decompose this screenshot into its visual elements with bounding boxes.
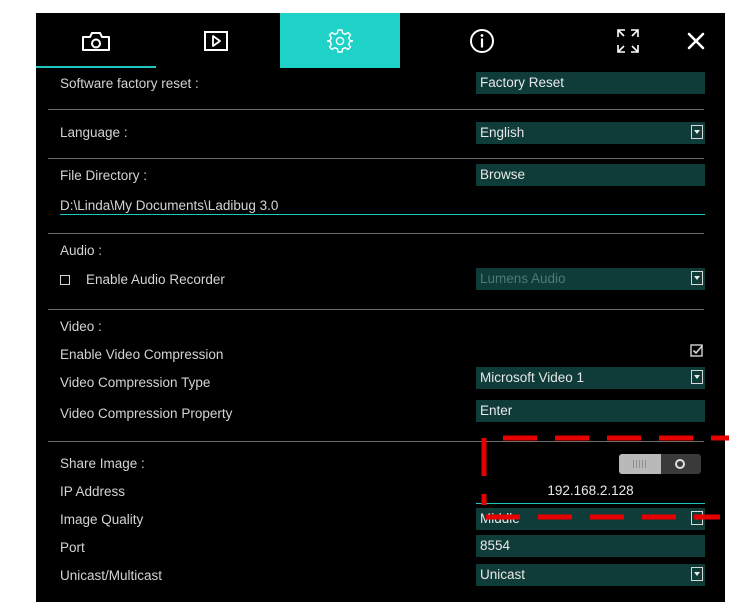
- factory-reset-button[interactable]: Factory Reset: [476, 72, 705, 94]
- cast-mode-select[interactable]: Unicast: [476, 564, 705, 586]
- close-icon: [687, 32, 705, 49]
- divider: [48, 158, 704, 159]
- divider: [48, 233, 704, 234]
- browse-button[interactable]: Browse: [476, 164, 705, 186]
- audio-device-select[interactable]: Lumens Audio: [476, 268, 705, 290]
- image-quality-label: Image Quality: [60, 512, 144, 527]
- audio-device-value: Lumens Audio: [480, 271, 566, 286]
- video-section-label: Video :: [60, 319, 102, 334]
- file-directory-path[interactable]: D:\Linda\My Documents\Ladibug 3.0: [60, 197, 278, 215]
- circle-icon: [675, 459, 685, 469]
- port-label: Port: [60, 540, 85, 555]
- audio-checkbox[interactable]: [60, 275, 70, 285]
- video-type-value: Microsoft Video 1: [480, 370, 585, 385]
- file-directory-label: File Directory :: [60, 168, 148, 183]
- divider: [48, 109, 704, 110]
- tab-settings[interactable]: [280, 13, 400, 68]
- video-compression-checkbox[interactable]: [690, 344, 703, 357]
- factory-reset-label: Software factory reset :: [60, 76, 199, 91]
- chevron-down-icon[interactable]: [691, 567, 703, 581]
- camera-icon: [82, 31, 110, 51]
- tab-camera[interactable]: [36, 13, 156, 68]
- play-icon: [204, 30, 228, 51]
- video-property-button[interactable]: Enter: [476, 400, 705, 422]
- language-value: English: [480, 125, 525, 140]
- close-button[interactable]: [676, 13, 716, 68]
- share-section-label: Share Image :: [60, 456, 145, 471]
- chevron-down-icon[interactable]: [691, 511, 703, 525]
- info-icon: [470, 28, 494, 53]
- language-label: Language :: [60, 125, 128, 140]
- image-quality-select[interactable]: Middle: [476, 508, 705, 530]
- fullscreen-icon: [617, 28, 639, 53]
- language-select[interactable]: English: [476, 122, 705, 144]
- chevron-down-icon[interactable]: [691, 370, 703, 384]
- video-compression-label: Enable Video Compression: [60, 347, 224, 362]
- share-image-toggle[interactable]: [619, 454, 701, 474]
- tab-info[interactable]: [422, 13, 542, 68]
- grip-icon: [633, 460, 647, 468]
- image-quality-value: Middle: [480, 511, 520, 526]
- toggle-off-side: [619, 454, 661, 474]
- divider: [48, 309, 704, 310]
- chevron-down-icon[interactable]: [691, 125, 703, 139]
- cast-mode-label: Unicast/Multicast: [60, 568, 163, 583]
- port-input[interactable]: 8554: [476, 535, 705, 557]
- divider: [48, 441, 704, 442]
- video-property-label: Video Compression Property: [60, 406, 233, 421]
- cast-mode-value: Unicast: [480, 567, 526, 582]
- tab-playback[interactable]: [156, 13, 276, 68]
- video-type-label: Video Compression Type: [60, 375, 211, 390]
- gear-icon: [327, 28, 353, 53]
- chevron-down-icon[interactable]: [691, 271, 703, 285]
- path-underline: [60, 214, 705, 215]
- toggle-on-side: [661, 454, 701, 474]
- ip-address-label: IP Address: [60, 484, 126, 499]
- audio-checkbox-label: Enable Audio Recorder: [86, 272, 225, 287]
- toolbar: [36, 13, 725, 68]
- ip-underline: [476, 503, 705, 504]
- fullscreen-button[interactable]: [598, 13, 658, 68]
- audio-section-label: Audio :: [60, 243, 103, 258]
- ip-address-value[interactable]: 192.168.2.128: [476, 480, 705, 502]
- video-type-select[interactable]: Microsoft Video 1: [476, 367, 705, 389]
- active-underline: [36, 66, 156, 68]
- settings-window: Software factory reset : Factory Reset L…: [36, 13, 725, 602]
